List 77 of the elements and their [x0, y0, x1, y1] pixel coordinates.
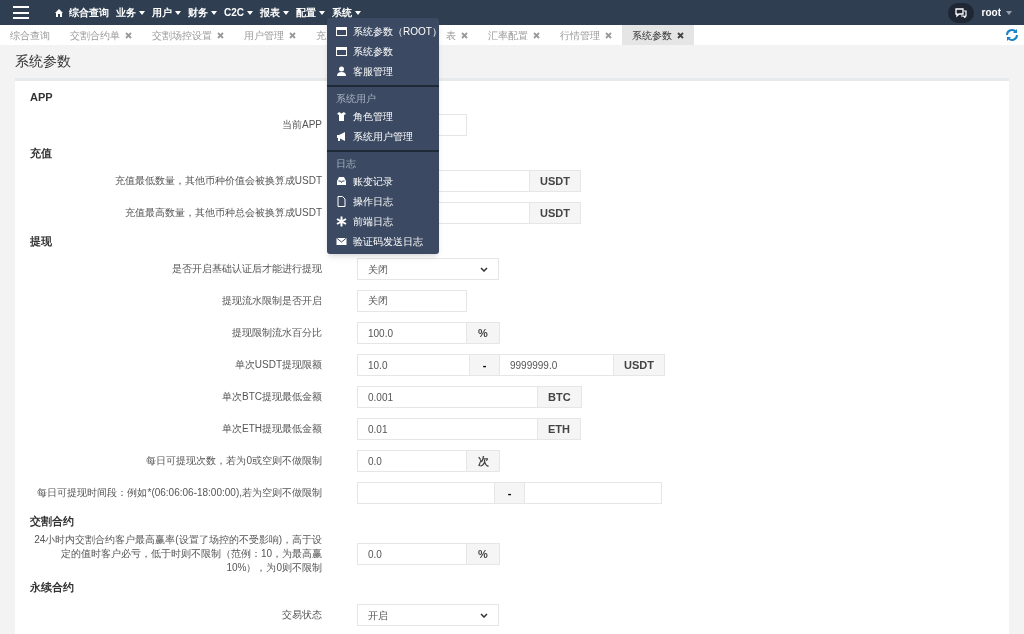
user-icon [336, 65, 347, 77]
input-addon: USDT [614, 354, 665, 376]
chat-icon[interactable] [947, 2, 974, 23]
section-heading: 永续合约 [30, 579, 74, 595]
field-label: 每日可提现次数，若为0或空则不做限制 [145, 454, 322, 468]
inbox-icon [336, 175, 347, 187]
input-field[interactable]: 0.0 [357, 450, 467, 472]
input-addon: BTC [538, 386, 582, 408]
window-icon [336, 25, 347, 37]
select-field[interactable]: 开启 [357, 604, 499, 626]
input-field[interactable] [357, 482, 495, 504]
field-label: 单次USDT提现限额 [233, 358, 322, 372]
chevron-down-icon [480, 612, 488, 618]
dropdown-menu-item[interactable]: 账变记录 [327, 171, 439, 191]
nav-menu-item[interactable]: 财务 [188, 5, 217, 20]
dropdown-menu-item[interactable]: 验证码发送日志 [327, 231, 439, 251]
nav-menu-item[interactable]: 报表 [260, 5, 289, 20]
nav-menu-item[interactable]: 用户 [152, 5, 181, 20]
field-label: 提现流水限制是否开启 [221, 294, 322, 308]
input-field[interactable]: 0.0 [357, 543, 467, 565]
field-label: 充值最高数量，其他币种总会被换算成USDT [123, 206, 322, 220]
input-field[interactable]: 0.01 [357, 418, 538, 440]
input-field[interactable]: 关闭 [357, 290, 467, 312]
dropdown-menu-item[interactable]: 操作日志 [327, 191, 439, 211]
input-addon: USDT [530, 202, 581, 224]
home-icon [55, 8, 63, 17]
envelope-icon [336, 235, 347, 247]
section-heading: APP [30, 89, 53, 105]
field-label: 当前APP [281, 118, 322, 132]
section-heading: 充值 [30, 145, 52, 161]
nav-menu-item[interactable]: 综合查询 [55, 5, 109, 20]
field-label: 是否开启基础认证后才能进行提现 [171, 262, 322, 276]
menu-icon[interactable] [13, 6, 29, 19]
dropdown-menu-item[interactable]: 前端日志 [327, 211, 439, 231]
input-addon: USDT [530, 170, 581, 192]
field-label: 充值最低数量，其他币种价值会被换算成USDT [113, 174, 322, 188]
dropdown-menu-item[interactable]: 客服管理 [327, 61, 439, 81]
menu-section-header: 日志 [336, 157, 356, 171]
nav-menu-item[interactable]: C2C [224, 5, 253, 20]
range-separator: - [470, 354, 500, 376]
dropdown-menu-item[interactable]: 系统用户管理 [327, 126, 439, 146]
user-menu[interactable]: root [981, 5, 1012, 20]
select-field[interactable]: 关闭 [357, 258, 499, 280]
input-field[interactable]: 10.0 [357, 354, 470, 376]
field-label: 交易状态 [281, 608, 322, 622]
page-title: 系统参数 [15, 52, 71, 71]
input-field[interactable]: 9999999.0 [500, 354, 614, 376]
field-label: 单次ETH提现最低金额 [221, 422, 322, 436]
megaphone-icon [336, 130, 347, 142]
nav-menu-item[interactable]: 业务 [116, 5, 145, 20]
caret-icon [1006, 10, 1012, 15]
chevron-down-icon [480, 266, 488, 272]
shirt-icon [336, 110, 347, 122]
field-label: 提现限制流水百分比 [231, 326, 322, 340]
input-field[interactable]: 0.001 [357, 386, 538, 408]
dropdown-menu-item[interactable]: 角色管理 [327, 106, 439, 126]
field-label: 单次BTC提现最低金额 [221, 390, 322, 404]
input-addon: 次 [467, 450, 500, 472]
input-addon: ETH [538, 418, 581, 440]
file-icon [336, 195, 347, 207]
refresh-icon[interactable] [1005, 28, 1019, 42]
close-icon[interactable] [677, 31, 684, 39]
section-heading: 提现 [30, 233, 52, 249]
menu-section-header: 系统用户 [336, 92, 376, 106]
section-heading: 交割合约 [30, 513, 74, 529]
nav-menu-item[interactable]: 配置 [296, 5, 325, 20]
field-label: 每日可提现时间段：例如*(06:06:06-18:00:00),若为空则不做限制 [36, 486, 322, 500]
tab[interactable]: 系统参数 [622, 25, 694, 45]
input-addon: % [467, 322, 500, 344]
input-field[interactable] [525, 482, 662, 504]
nav-menu-item[interactable]: 系统 [332, 5, 361, 20]
window-icon [336, 45, 347, 57]
input-addon: % [467, 543, 500, 565]
asterisk-icon [336, 215, 347, 227]
range-separator: - [495, 482, 525, 504]
input-field[interactable]: 100.0 [357, 322, 467, 344]
field-label: 24小时内交割合约客户最高赢率(设置了场控的不受影响)，高于设定的值时客户必亏，低于时则不限制（范例：10，为最高赢10%），为0则不限制 [33, 533, 322, 575]
